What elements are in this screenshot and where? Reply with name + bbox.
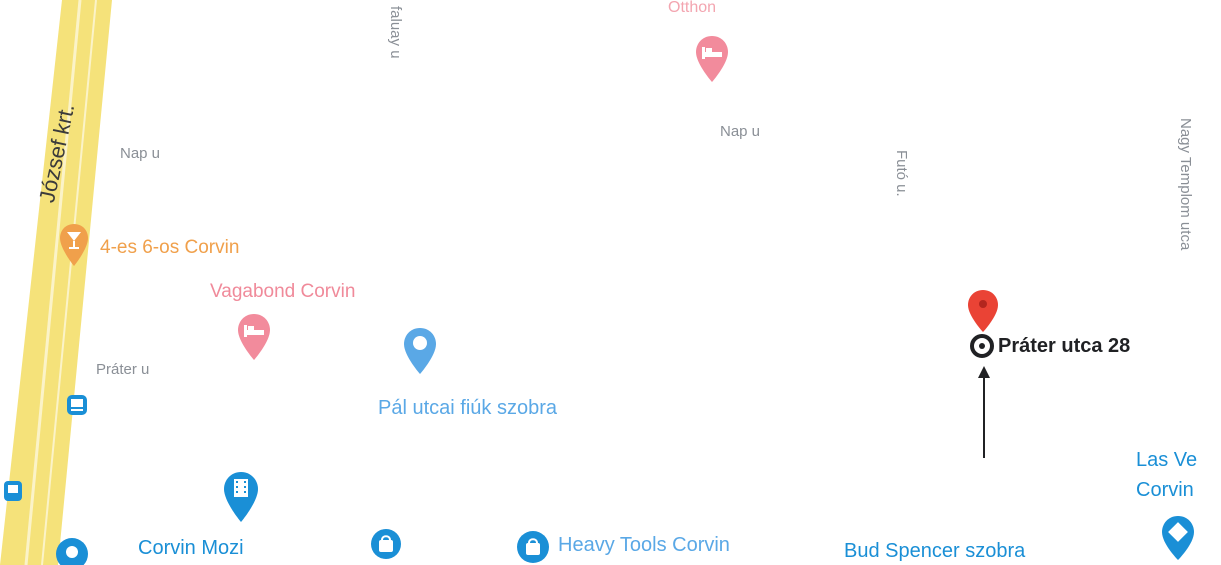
selected-location-pin[interactable] [966,288,1000,334]
poi-label-vagabond[interactable]: Vagabond Corvin [210,282,355,301]
street-label-futo: Futó u. [893,150,910,197]
shopping-bag-icon[interactable] [54,536,90,565]
camera-icon[interactable] [1160,514,1196,562]
camera-icon[interactable] [402,326,438,376]
road-layer [0,0,112,565]
poi-label-corvin-mozi[interactable]: Corvin Mozi [138,538,244,558]
poi-label-las-vegas-2[interactable]: Corvin [1136,480,1194,500]
poi-label-heavy-tools[interactable]: Heavy Tools Corvin [558,535,730,555]
bed-icon[interactable] [694,34,730,84]
map-view[interactable]: József krt. Nap u Nap u Práter u faluay … [0,0,1221,565]
bus-icon[interactable] [4,480,24,502]
street-label-prater: Práter u [96,361,150,378]
shopping-bag-icon[interactable] [370,528,402,560]
poi-label-pal-utcai[interactable]: Pál utcai fiúk szobra [378,398,557,418]
street-label-nagy-templom: Nagy Templom utca [1177,118,1194,251]
street-label-nap-west: Nap u [120,145,161,162]
arrow-up-icon [978,366,990,458]
location-target-icon[interactable] [970,334,994,358]
poi-label-las-vegas-1[interactable]: Las Ve [1136,450,1197,470]
bed-icon[interactable] [236,312,272,362]
selected-address-label[interactable]: Práter utca 28 [998,336,1130,356]
bus-icon[interactable] [66,394,88,416]
shopping-bag-icon[interactable] [516,530,550,564]
street-label-faluby: faluay u [387,6,404,59]
poi-label-top-hotel: Otthon [668,0,717,16]
cocktail-icon[interactable] [58,222,90,268]
film-icon[interactable] [222,470,260,524]
poi-label-bar[interactable]: 4-es 6-os Corvin [100,238,239,257]
street-label-nap-east: Nap u [720,123,761,140]
poi-label-bud-spencer[interactable]: Bud Spencer szobra [844,541,1025,561]
